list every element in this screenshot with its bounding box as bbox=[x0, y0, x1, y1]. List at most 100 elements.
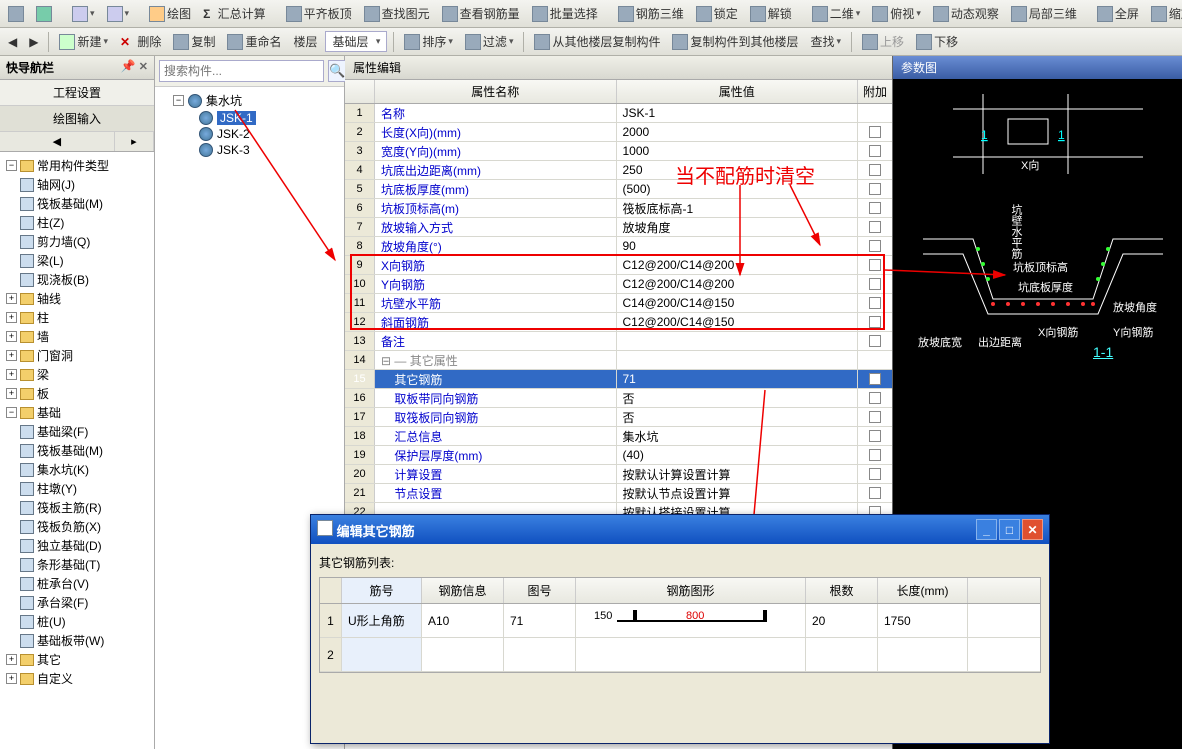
prop-value[interactable]: 集水坑 bbox=[617, 427, 859, 445]
cell-jh[interactable]: U形上角筋 bbox=[342, 604, 422, 637]
close-icon[interactable]: ✕ bbox=[139, 61, 148, 73]
property-row[interactable]: 5坑底板厚度(mm)(500) bbox=[345, 180, 892, 199]
prop-value[interactable]: 否 bbox=[617, 389, 859, 407]
tree-item[interactable]: 筏板基础(M) bbox=[2, 441, 152, 460]
tree-item[interactable]: 独立基础(D) bbox=[2, 536, 152, 555]
new-button[interactable]: 新建▾ bbox=[55, 31, 112, 52]
tree-item[interactable]: 柱(Z) bbox=[2, 213, 152, 232]
property-row[interactable]: 4坑底出边距离(mm)250 bbox=[345, 161, 892, 180]
flat-button[interactable]: 平齐板顶 bbox=[282, 3, 356, 24]
tree-item[interactable]: 剪力墙(Q) bbox=[2, 232, 152, 251]
tree-foundation[interactable]: −基础 bbox=[2, 403, 152, 422]
table-row[interactable]: 1 U形上角筋 A10 71 150 800 20 1750 bbox=[320, 604, 1040, 638]
property-row[interactable]: 21 节点设置按默认节点设置计算 bbox=[345, 484, 892, 503]
up-button[interactable]: 上移 bbox=[858, 31, 908, 52]
prev-button[interactable]: ◀ bbox=[4, 33, 21, 51]
tree-item[interactable]: 集水坑(K) bbox=[2, 460, 152, 479]
prop-value[interactable] bbox=[617, 351, 859, 369]
search-input[interactable] bbox=[159, 60, 324, 82]
prop-value[interactable]: C14@200/C14@150 bbox=[617, 294, 859, 312]
property-row[interactable]: 18 汇总信息集水坑 bbox=[345, 427, 892, 446]
tree-group[interactable]: +柱 bbox=[2, 308, 152, 327]
tree-item[interactable]: 梁(L) bbox=[2, 251, 152, 270]
draw-input-button[interactable]: 绘图输入 bbox=[0, 106, 154, 132]
close-button[interactable]: ✕ bbox=[1022, 519, 1043, 540]
orbit-button[interactable]: 动态观察 bbox=[929, 3, 1003, 24]
sort-button[interactable]: 排序▾ bbox=[400, 31, 457, 52]
property-row[interactable]: 7放坡输入方式放坡角度 bbox=[345, 218, 892, 237]
add-checkbox[interactable] bbox=[869, 449, 881, 461]
property-row[interactable]: 17 取筏板同向钢筋否 bbox=[345, 408, 892, 427]
tree-item[interactable]: 柱墩(Y) bbox=[2, 479, 152, 498]
add-checkbox[interactable] bbox=[869, 297, 881, 309]
prop-value[interactable]: C12@200/C14@200 bbox=[617, 256, 859, 274]
add-checkbox[interactable] bbox=[869, 240, 881, 252]
tree-item[interactable]: 基础梁(F) bbox=[2, 422, 152, 441]
2d-button[interactable]: 二维▾ bbox=[808, 3, 865, 24]
cell-info[interactable]: A10 bbox=[422, 604, 504, 637]
property-row[interactable]: 19 保护层厚度(mm)(40) bbox=[345, 446, 892, 465]
rebar-qty-button[interactable]: 查看钢筋量 bbox=[438, 3, 524, 24]
property-row[interactable]: 9X向钢筋C12@200/C14@200 bbox=[345, 256, 892, 275]
local3d-button[interactable]: 局部三维 bbox=[1007, 3, 1081, 24]
prop-value[interactable]: C12@200/C14@200 bbox=[617, 275, 859, 293]
property-row[interactable]: 10Y向钢筋C12@200/C14@200 bbox=[345, 275, 892, 294]
tree-other[interactable]: +其它 bbox=[2, 650, 152, 669]
property-row[interactable]: 20 计算设置按默认计算设置计算 bbox=[345, 465, 892, 484]
property-row[interactable]: 11坑壁水平筋C14@200/C14@150 bbox=[345, 294, 892, 313]
cell-len[interactable]: 1750 bbox=[878, 604, 968, 637]
property-row[interactable]: 2长度(X向)(mm)2000 bbox=[345, 123, 892, 142]
prop-value[interactable]: 90 bbox=[617, 237, 859, 255]
prop-value[interactable]: 按默认计算设置计算 bbox=[617, 465, 859, 483]
tree-group[interactable]: +轴线 bbox=[2, 289, 152, 308]
property-row[interactable]: 8放坡角度(°)90 bbox=[345, 237, 892, 256]
prop-value[interactable]: JSK-1 bbox=[617, 104, 859, 122]
prop-value[interactable]: 71 bbox=[617, 370, 859, 388]
property-row[interactable]: 12斜面钢筋C12@200/C14@150 bbox=[345, 313, 892, 332]
batch-sel-button[interactable]: 批量选择 bbox=[528, 3, 602, 24]
add-checkbox[interactable] bbox=[869, 487, 881, 499]
add-checkbox[interactable] bbox=[869, 145, 881, 157]
prop-value[interactable]: 放坡角度 bbox=[617, 218, 859, 236]
add-checkbox[interactable] bbox=[869, 183, 881, 195]
tree-item-jsk1[interactable]: JSK-1 bbox=[159, 110, 340, 126]
tree-common-types[interactable]: −常用构件类型 bbox=[2, 156, 152, 175]
cell-th[interactable]: 71 bbox=[504, 604, 576, 637]
zoom-button[interactable]: 缩放 bbox=[1147, 3, 1182, 24]
tree-group[interactable]: +墙 bbox=[2, 327, 152, 346]
draw-button[interactable]: 绘图 bbox=[145, 3, 195, 24]
down-button[interactable]: 下移 bbox=[912, 31, 962, 52]
tree-item[interactable]: 桩承台(V) bbox=[2, 574, 152, 593]
prop-value[interactable]: C12@200/C14@150 bbox=[617, 313, 859, 331]
add-checkbox[interactable] bbox=[869, 126, 881, 138]
property-row[interactable]: 14⊟ — 其它属性 bbox=[345, 351, 892, 370]
add-checkbox[interactable] bbox=[869, 468, 881, 480]
tree-item[interactable]: 桩(U) bbox=[2, 612, 152, 631]
tree-item[interactable]: 基础板带(W) bbox=[2, 631, 152, 650]
prop-value[interactable]: (500) bbox=[617, 180, 859, 198]
prop-value[interactable]: 筏板底标高-1 bbox=[617, 199, 859, 217]
property-row[interactable]: 13备注 bbox=[345, 332, 892, 351]
add-checkbox[interactable] bbox=[869, 259, 881, 271]
property-row[interactable]: 6坑板顶标高(m)筏板底标高-1 bbox=[345, 199, 892, 218]
property-row[interactable]: 16 取板带同向钢筋否 bbox=[345, 389, 892, 408]
lock-button[interactable]: 锁定 bbox=[692, 3, 742, 24]
rename-button[interactable]: 重命名 bbox=[223, 31, 285, 52]
prop-value[interactable] bbox=[617, 332, 859, 350]
property-row[interactable]: 1名称JSK-1 bbox=[345, 104, 892, 123]
tree-group[interactable]: +梁 bbox=[2, 365, 152, 384]
copy-from-floor-button[interactable]: 从其他楼层复制构件 bbox=[530, 31, 664, 52]
cell-shape[interactable]: 150 800 bbox=[576, 604, 806, 637]
search-go-button[interactable]: 🔍 bbox=[328, 60, 346, 82]
rebar3d-button[interactable]: 钢筋三维 bbox=[614, 3, 688, 24]
add-checkbox[interactable] bbox=[869, 316, 881, 328]
save-button[interactable] bbox=[32, 4, 56, 24]
property-row[interactable]: 15 其它钢筋71 bbox=[345, 370, 892, 389]
add-checkbox[interactable] bbox=[869, 221, 881, 233]
undo-button[interactable]: ▾ bbox=[68, 4, 99, 24]
tree-item[interactable]: 条形基础(T) bbox=[2, 555, 152, 574]
prop-value[interactable]: (40) bbox=[617, 446, 859, 464]
tree-item[interactable]: 轴网(J) bbox=[2, 175, 152, 194]
tree-group[interactable]: +板 bbox=[2, 384, 152, 403]
next-button[interactable]: ▶ bbox=[25, 33, 42, 51]
